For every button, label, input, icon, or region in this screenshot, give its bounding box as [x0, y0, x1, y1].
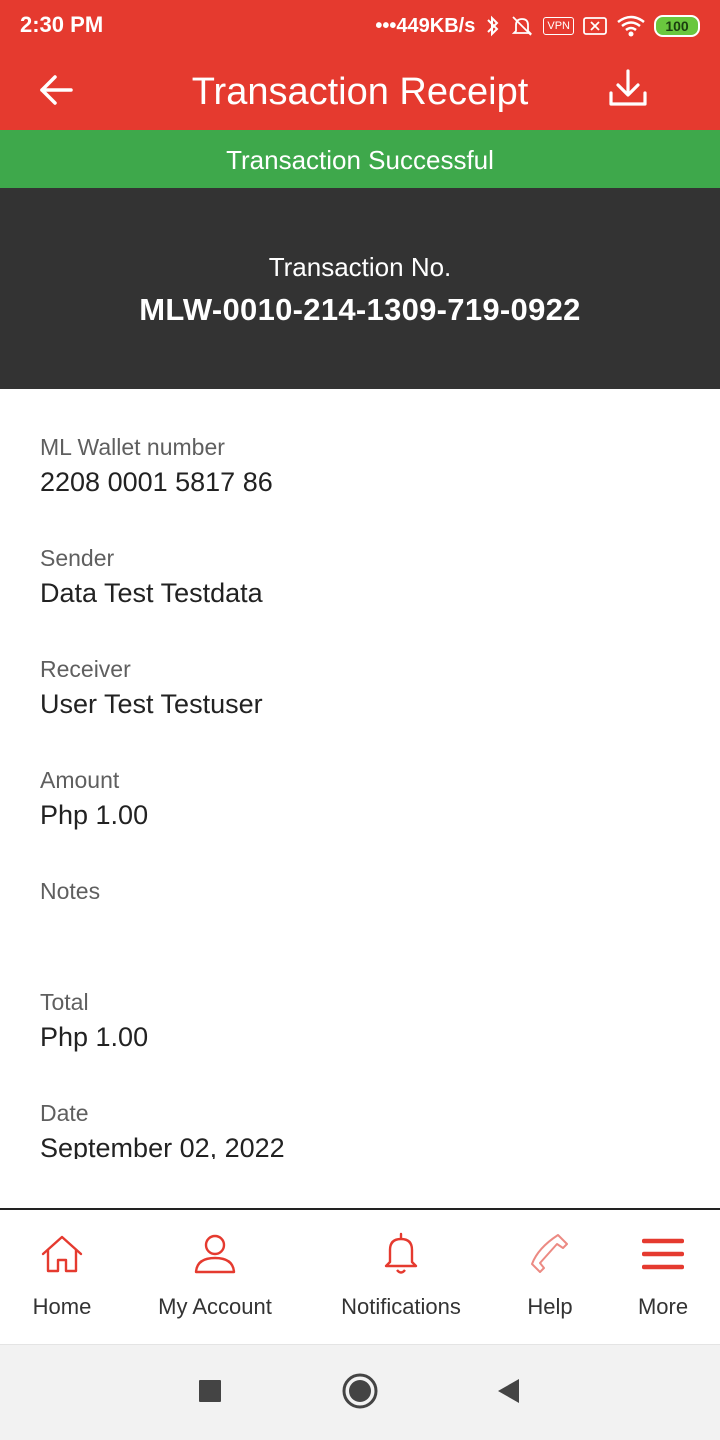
battery-indicator: 100 — [654, 15, 700, 37]
field-label: Receiver — [40, 656, 131, 682]
date-field: Date September 02, 2022 — [40, 1099, 285, 1159]
nav-home[interactable]: Home — [12, 1230, 112, 1330]
transaction-number: MLW-0010-214-1309-719-0922 — [139, 292, 581, 327]
receiver-value: User Test Testuser — [40, 689, 263, 719]
vpn-badge: VPN — [543, 17, 574, 35]
bluetooth-icon — [485, 14, 501, 38]
nav-my-account[interactable]: My Account — [145, 1230, 285, 1330]
nav-help[interactable]: Help — [500, 1230, 600, 1330]
download-button[interactable] — [606, 66, 650, 114]
amount-value: Php 1.00 — [40, 800, 149, 830]
transaction-panel: Transaction No. MLW-0010-214-1309-719-09… — [0, 188, 720, 389]
sender-field: Sender Data Test Testdata — [40, 544, 263, 610]
amount-field: Amount Php 1.00 — [40, 766, 148, 832]
no-sim-icon — [582, 15, 608, 37]
nav-notifications[interactable]: Notifications — [326, 1230, 476, 1330]
status-time: 2:30 PM — [20, 12, 104, 37]
field-label: Notes — [40, 878, 101, 904]
mute-bell-icon — [509, 14, 535, 38]
sender-value: Data Test Testdata — [40, 578, 263, 608]
field-label: Date — [40, 1100, 89, 1126]
circle-icon — [341, 1372, 379, 1415]
field-label: Sender — [40, 545, 115, 571]
nav-label: Notifications — [341, 1294, 461, 1319]
status-bar: 2:30 PM •••449KB/s VPN 100 — [0, 0, 720, 52]
transaction-number-label: Transaction No. — [268, 252, 452, 282]
square-icon — [198, 1379, 222, 1408]
status-icons: •••449KB/s VPN 100 — [375, 12, 700, 40]
receiver-field: Receiver User Test Testuser — [40, 655, 263, 721]
recents-button[interactable] — [190, 1373, 230, 1413]
wallet-field: ML Wallet number 2208 0001 5817 86 — [40, 433, 273, 499]
nav-label: More — [637, 1294, 689, 1319]
nav-label: Help — [527, 1294, 573, 1319]
menu-icon — [639, 1230, 687, 1278]
nav-more[interactable]: More — [620, 1230, 706, 1330]
field-label: ML Wallet number — [40, 434, 225, 460]
bottom-nav: Home My Account Notifications Help More — [0, 1210, 720, 1344]
wallet-number-value: 2208 0001 5817 86 — [40, 467, 273, 497]
user-icon — [191, 1230, 239, 1278]
wifi-icon — [616, 14, 646, 38]
app-bar: Transaction Receipt — [0, 52, 720, 130]
nav-label: Home — [32, 1294, 92, 1319]
system-nav-bar — [0, 1344, 720, 1440]
total-value: Php 1.00 — [40, 1022, 149, 1052]
nav-label: My Account — [158, 1294, 272, 1319]
notes-field: Notes — [40, 877, 100, 909]
bell-icon — [377, 1230, 425, 1278]
home-icon — [38, 1230, 86, 1278]
back-system-button[interactable] — [488, 1373, 528, 1413]
receipt-details: ML Wallet number 2208 0001 5817 86 Sende… — [0, 389, 720, 1159]
network-speed: •••449KB/s — [375, 14, 476, 37]
success-banner: Transaction Successful — [0, 130, 720, 188]
total-field: Total Php 1.00 — [40, 988, 148, 1054]
download-icon — [608, 68, 648, 113]
home-system-button[interactable] — [340, 1373, 380, 1413]
field-label: Amount — [40, 767, 120, 793]
date-value: September 02, 2022 — [40, 1133, 285, 1159]
field-label: Total — [40, 989, 89, 1015]
phone-icon — [526, 1230, 574, 1278]
triangle-back-icon — [495, 1377, 521, 1410]
